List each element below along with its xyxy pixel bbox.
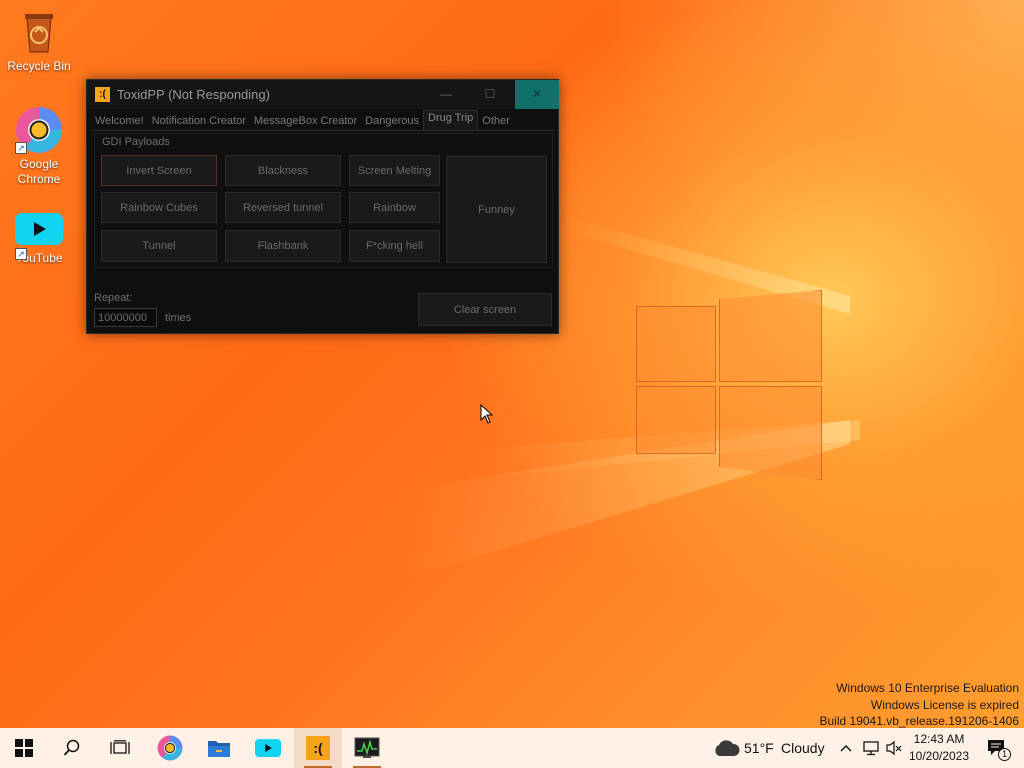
flashbank-button[interactable]: Flashbank [225, 230, 341, 262]
desktop-icon-youtube[interactable]: ↗ YouTube [0, 212, 78, 266]
tab-strip: Welcome! Notification Creator MessageBox… [91, 110, 514, 131]
window-title: ToxidPP (Not Responding) [117, 87, 270, 102]
chevron-up-icon [840, 745, 852, 752]
wallpaper-windows-logo [636, 290, 822, 480]
taskbar-toxidpp[interactable]: :( [294, 728, 342, 768]
action-center-button[interactable]: 1 [978, 728, 1014, 768]
volume-button[interactable] [883, 728, 905, 768]
recycle-bin-icon [15, 8, 63, 56]
activation-watermark: Windows 10 Enterprise Evaluation Windows… [820, 680, 1020, 730]
taskbar-youtube[interactable] [244, 728, 292, 768]
tunnel-button[interactable]: Tunnel [101, 230, 217, 262]
weather-temperature[interactable]: 51°F [744, 740, 774, 756]
search-icon [63, 739, 80, 756]
task-manager-icon [354, 737, 380, 758]
desktop-icon-google-chrome[interactable]: ↗ Google Chrome [0, 106, 78, 187]
funney-button[interactable]: Funney [446, 156, 547, 263]
tab-drug-trip[interactable]: Drug Trip [423, 110, 479, 131]
task-view-icon [110, 740, 130, 754]
taskbar-file-explorer[interactable] [195, 728, 243, 768]
maximize-button[interactable]: ☐ [468, 80, 512, 109]
fucking-hell-button[interactable]: F*cking hell [349, 230, 440, 262]
close-button[interactable]: ✕ [515, 80, 559, 109]
screen-melting-button[interactable]: Screen Melting [349, 155, 440, 186]
blackness-button[interactable]: Blackness [225, 155, 341, 186]
app-sad-face-icon: :( [95, 87, 110, 102]
chrome-icon: ↗ [15, 106, 63, 154]
start-button[interactable] [0, 728, 48, 768]
tab-welcome[interactable]: Welcome! [91, 112, 148, 131]
network-button[interactable] [860, 728, 882, 768]
task-view-button[interactable] [96, 728, 144, 768]
watermark-line: Windows 10 Enterprise Evaluation [836, 681, 1019, 695]
clear-screen-button[interactable]: Clear screen [418, 293, 552, 326]
toxidpp-window: :( ToxidPP (Not Responding) — ☐ ✕ Welcom… [86, 79, 559, 334]
weather-description[interactable]: Cloudy [781, 740, 825, 756]
invert-screen-button[interactable]: Invert Screen [101, 155, 217, 186]
mouse-cursor-icon [480, 403, 494, 424]
repeat-label: Repeat: [94, 292, 133, 304]
tab-notification-creator[interactable]: Notification Creator [148, 112, 250, 131]
cloud-icon [715, 740, 740, 756]
weather-widget[interactable] [708, 728, 744, 768]
folder-icon [208, 741, 230, 757]
rainbow-button[interactable]: Rainbow [349, 192, 440, 223]
window-titlebar[interactable]: :( ToxidPP (Not Responding) — ☐ ✕ [87, 80, 559, 109]
taskbar: :( 51°F Cloudy 12:43 AM 10/20/2023 1 [0, 728, 1024, 768]
windows-start-icon [15, 739, 33, 757]
tab-other[interactable]: Other [478, 112, 514, 131]
repeat-count-input[interactable] [94, 308, 157, 327]
clock-date: 10/20/2023 [908, 749, 970, 763]
reversed-tunnel-button[interactable]: Reversed tunnel [225, 192, 341, 223]
desktop-icon-label: Google Chrome [17, 157, 61, 186]
shortcut-arrow-icon: ↗ [15, 248, 27, 260]
minimize-button[interactable]: — [424, 80, 468, 109]
rainbow-cubes-button[interactable]: Rainbow Cubes [101, 192, 217, 223]
network-icon [863, 741, 879, 756]
chrome-icon [157, 735, 183, 761]
youtube-icon: ↗ [15, 212, 63, 260]
taskbar-chrome[interactable] [146, 728, 194, 768]
notification-count-badge: 1 [998, 748, 1011, 761]
tab-divider [91, 130, 555, 131]
youtube-icon [255, 739, 281, 757]
group-label: GDI Payloads [102, 136, 170, 148]
taskbar-task-manager[interactable] [343, 728, 391, 768]
app-sad-face-icon: :( [306, 736, 330, 760]
watermark-line: Windows License is expired [870, 697, 1019, 712]
clock[interactable]: 12:43 AM 10/20/2023 [906, 731, 972, 765]
clock-time: 12:43 AM [913, 732, 965, 746]
desktop-icon-recycle-bin[interactable]: Recycle Bin [0, 8, 78, 74]
times-label: times [165, 312, 192, 324]
tab-messagebox-creator[interactable]: MessageBox Creator [250, 112, 361, 131]
shortcut-arrow-icon: ↗ [15, 142, 27, 154]
volume-muted-icon [886, 740, 902, 756]
show-hidden-icons-button[interactable] [836, 728, 856, 768]
search-button[interactable] [48, 728, 96, 768]
tab-dangerous[interactable]: Dangerous [361, 112, 423, 131]
desktop-icon-label: Recycle Bin [7, 59, 71, 73]
